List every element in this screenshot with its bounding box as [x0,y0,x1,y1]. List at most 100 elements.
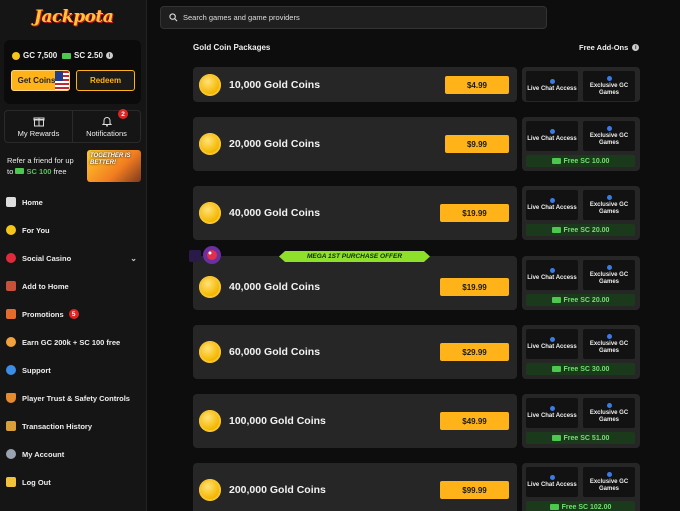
mega-offer-ribbon: MEGA 1ST PURCHASE OFFER [279,251,430,262]
live-chat-chip: Live Chat Access [526,190,578,220]
nav-trust-safety[interactable]: Player Trust & Safety Controls [0,384,146,412]
section-title: Gold Coin Packages [193,43,271,52]
search-input[interactable]: Search games and game providers [160,6,547,29]
addons-card: Live Chat Access Exclusive GC Games Free… [522,117,640,171]
package-amount: 40,000 Gold Coins [229,207,321,219]
my-rewards-button[interactable]: My Rewards [5,111,72,142]
chat-icon [549,198,555,203]
live-chat-label: Live Chat Access [527,482,577,488]
exclusive-games-chip: Exclusive GC Games [583,121,635,151]
gold-coin-icon [199,410,221,432]
chat-icon [549,406,555,411]
nav-home[interactable]: Home [0,188,146,216]
exclusive-games-label: Exclusive GC Games [589,201,629,215]
package-amount: 20,000 Gold Coins [229,138,321,150]
package-row[interactable]: 10,000 Gold Coins $4.99 [193,67,517,102]
nav-label: Log Out [22,477,51,487]
gc-balance-value: GC 7,500 [23,51,58,60]
nav-label: Home [22,197,43,207]
package-row[interactable]: 40,000 Gold Coins $19.99 [193,256,517,310]
sweeps-coin-icon [551,297,561,303]
exclusive-games-chip: Exclusive GC Games [583,190,635,220]
exclusive-games-chip: Exclusive GC Games [583,398,635,428]
games-icon [606,264,612,270]
live-chat-chip: Live Chat Access [526,467,578,497]
chat-icon [549,129,555,134]
price-button[interactable]: $29.99 [440,343,509,361]
live-chat-label: Live Chat Access [527,275,577,281]
price-button[interactable]: $49.99 [440,412,509,430]
free-sc-badge: Free SC 51.00 [526,432,635,444]
nav-my-account[interactable]: My Account [0,440,146,468]
sidebar: Jackpota GC 7,500 SC 2.50 i Get Coins Re… [0,0,147,511]
addons-title-text: Free Add-Ons [579,43,629,52]
nav-label: For You [22,225,50,235]
games-icon [606,402,612,408]
nav-earn[interactable]: Earn GC 200k + SC 100 free [0,328,146,356]
package-amount: 10,000 Gold Coins [229,79,321,91]
refer-sc-amount: SC 100 [26,167,52,176]
nav-for-you[interactable]: For You [0,216,146,244]
bell-icon [101,117,112,127]
price-button[interactable]: $9.99 [445,135,509,153]
addons-card: Live Chat Access Exclusive GC Games Free… [522,394,640,448]
search-icon [169,13,178,22]
package-row[interactable]: 40,000 Gold Coins $19.99 [193,186,517,240]
package-row[interactable]: 60,000 Gold Coins $29.99 [193,325,517,379]
price-button[interactable]: $4.99 [445,76,509,94]
price-button[interactable]: $19.99 [440,204,509,222]
live-chat-chip: Live Chat Access [526,121,578,151]
gold-coin-icon [199,74,221,96]
brand-logo[interactable]: Jackpota [34,4,114,30]
exclusive-games-label: Exclusive GC Games [589,340,629,354]
redeem-button[interactable]: Redeem [76,70,135,91]
nav-label: Promotions [22,309,64,319]
package-row[interactable]: 200,000 Gold Coins $99.99 [193,463,517,511]
cherry-icon [6,253,16,263]
nav-transaction-history[interactable]: Transaction History [0,412,146,440]
nav-support[interactable]: Support [0,356,146,384]
exclusive-games-label: Exclusive GC Games [589,82,629,96]
package-row[interactable]: 20,000 Gold Coins $9.99 [193,117,517,171]
free-sc-text: Free SC 20.00 [563,226,610,234]
free-sc-text: Free SC 51.00 [563,434,610,442]
free-sc-text: Free SC 10.00 [563,157,610,165]
sweeps-coin-icon [551,227,561,233]
info-icon[interactable]: i [105,52,113,59]
nav-label: Transaction History [22,421,93,431]
notifications-badge: 2 [118,109,128,119]
my-rewards-label: My Rewards [17,129,60,138]
free-sc-badge: Free SC 20.00 [526,224,635,236]
free-sc-text: Free SC 102.00 [561,503,612,511]
gold-coin-icon [12,51,20,60]
nav-log-out[interactable]: Log Out [0,468,146,496]
wallet-panel: GC 7,500 SC 2.50 i Get Coins Redeem [4,40,141,104]
live-chat-label: Live Chat Access [527,136,577,142]
nav-label: My Account [22,449,65,459]
sweeps-coin-icon [551,435,561,441]
package-amount: 40,000 Gold Coins [229,281,321,293]
nav-add-to-home[interactable]: Add to Home [0,272,146,300]
nav-social-casino[interactable]: Social Casino ⌄ [0,244,146,272]
live-chat-chip: Live Chat Access [526,398,578,428]
refer-a-friend-banner[interactable]: Refer a friend for up to SC 100 free TOG… [4,150,141,182]
nav-label: Earn GC 200k + SC 100 free [22,337,121,347]
nav-promotions[interactable]: Promotions 5 [0,300,146,328]
package-row[interactable]: 100,000 Gold Coins $49.99 [193,394,517,448]
info-icon[interactable]: i [632,44,640,51]
notifications-button[interactable]: Notifications 2 [72,109,140,142]
nav-label: Support [22,365,51,375]
get-coins-button[interactable]: Get Coins [11,70,70,91]
price-button[interactable]: $19.99 [440,278,509,296]
sweeps-coin-icon [62,52,71,59]
chevron-down-icon[interactable]: ⌄ [130,254,137,263]
gift-icon [33,117,44,127]
nav-label: Player Trust & Safety Controls [22,393,130,403]
addons-card: Live Chat Access Exclusive GC Games Free… [522,463,640,511]
gold-coin-icon [199,133,221,155]
refer-line1: Refer a friend for up [7,156,74,165]
free-sc-badge: Free SC 20.00 [526,294,635,306]
price-button[interactable]: $99.99 [440,481,509,499]
search-placeholder: Search games and game providers [183,13,300,22]
addons-card: Live Chat Access Exclusive GC Games [522,67,640,102]
